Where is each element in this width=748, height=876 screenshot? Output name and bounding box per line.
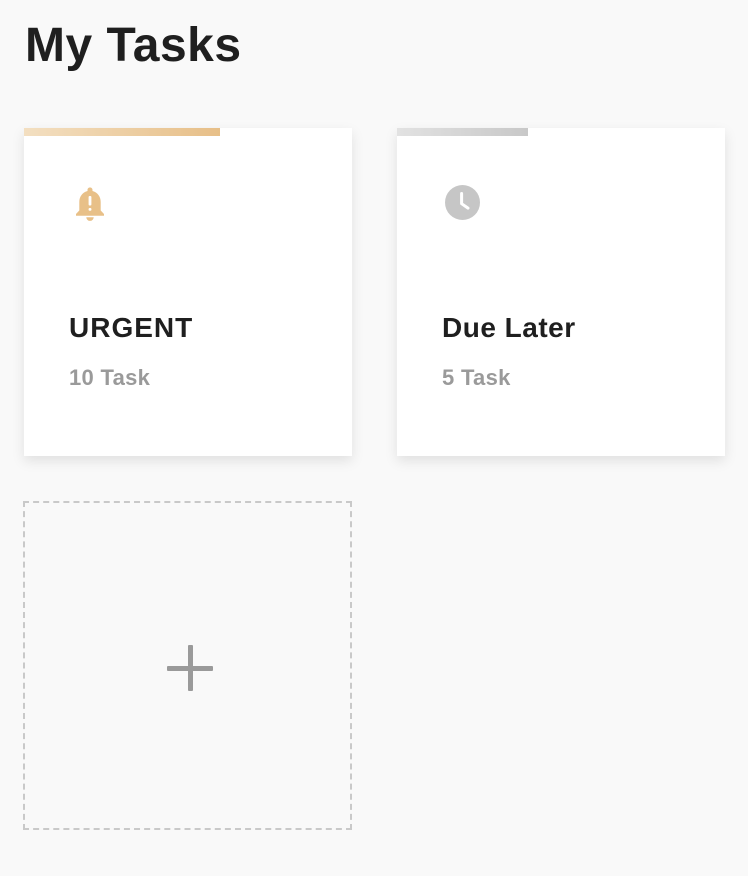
task-count: 5 Task: [442, 365, 511, 390]
clock-icon: [443, 183, 483, 223]
bell-alert-icon: [70, 183, 110, 223]
my-tasks-screen: My Tasks URGENT 10 Task Due Later 5 Task: [0, 0, 748, 876]
category-title: Due Later: [442, 312, 576, 343]
category-title: URGENT: [69, 312, 194, 343]
task-count: 10 Task: [69, 365, 151, 390]
task-category-card-urgent[interactable]: URGENT 10 Task: [24, 128, 352, 456]
add-category-button[interactable]: [23, 501, 352, 830]
task-category-card-due-later[interactable]: Due Later 5 Task: [397, 128, 725, 456]
plus-icon: [167, 645, 213, 691]
page-title: My Tasks: [25, 19, 242, 72]
category-progress-bar: [397, 128, 528, 136]
category-progress-bar: [24, 128, 220, 136]
